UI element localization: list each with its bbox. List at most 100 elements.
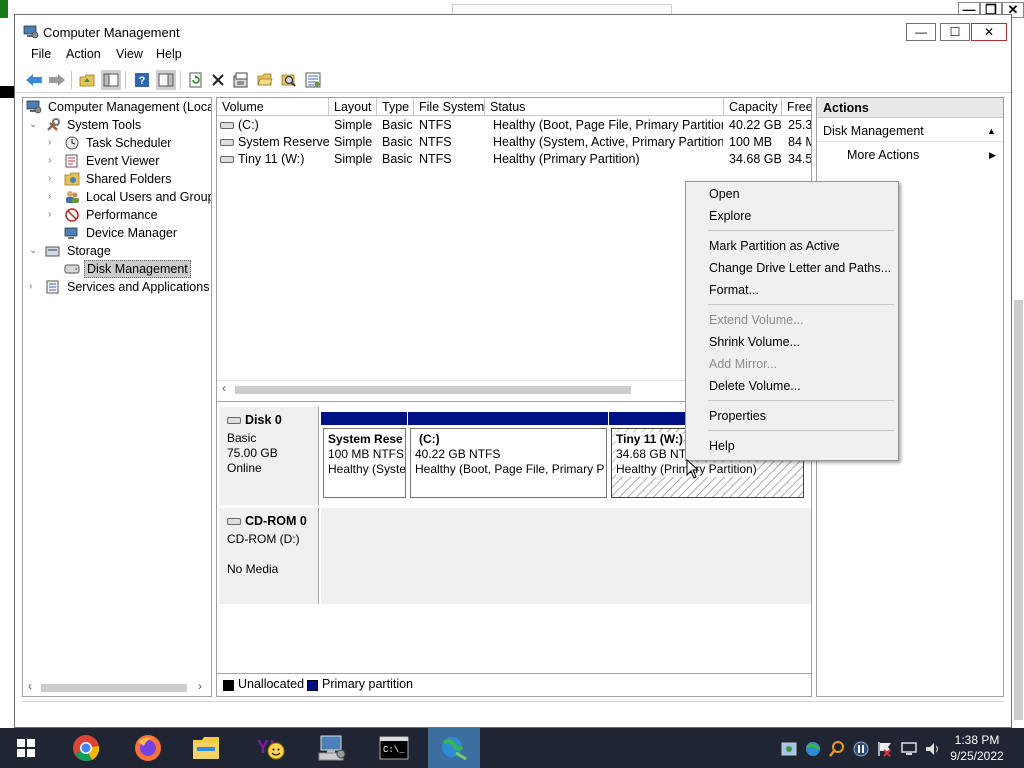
taskbar-clock[interactable]: 1:38 PM 9/25/2022 xyxy=(946,732,1008,764)
tray-app-icon[interactable] xyxy=(780,740,798,758)
menu-view[interactable]: View xyxy=(116,47,143,61)
chevron-right-icon[interactable]: › xyxy=(48,134,51,152)
show-hide-action-pane-icon[interactable] xyxy=(156,70,176,90)
partition-size: 100 MB NTFS xyxy=(328,447,405,461)
cell-capacity: 100 MB xyxy=(729,135,773,149)
column-header-status[interactable]: Status xyxy=(485,98,724,116)
chevron-right-icon[interactable]: › xyxy=(48,170,51,188)
tray-pause-icon[interactable] xyxy=(852,740,870,758)
disk-settings-icon[interactable] xyxy=(303,70,323,90)
maximize-button[interactable]: ☐ xyxy=(940,23,970,41)
column-header-capacity[interactable]: Capacity xyxy=(724,98,782,116)
actions-section-disk-management[interactable]: Disk Management ▲ xyxy=(817,120,1003,142)
close-button[interactable]: ✕ xyxy=(971,23,1007,41)
partition-c[interactable]: (C:) 40.22 GB NTFS Healthy (Boot, Page F… xyxy=(410,428,607,498)
taskbar: Y! C:\_ 1:38 PM 9/25/2022 xyxy=(0,728,1024,768)
clock-icon xyxy=(65,136,79,150)
ctx-mark-active[interactable]: Mark Partition as Active xyxy=(686,235,898,257)
tray-volume-icon[interactable] xyxy=(924,740,942,758)
chevron-right-icon[interactable]: › xyxy=(48,152,51,170)
outer-scroll-thumb[interactable] xyxy=(1014,300,1023,720)
menu-file[interactable]: File xyxy=(31,47,51,61)
back-arrow-icon[interactable] xyxy=(24,70,44,90)
tree-scroll-thumb[interactable] xyxy=(41,684,187,692)
chevron-right-icon[interactable]: › xyxy=(48,188,51,206)
column-header-volume[interactable]: Volume xyxy=(217,98,329,116)
search-magnifier-icon[interactable] xyxy=(279,70,299,90)
ctx-delete-volume[interactable]: Delete Volume... xyxy=(686,375,898,397)
cdrom-drive: CD-ROM (D:) xyxy=(227,532,300,546)
column-header-free[interactable]: Free xyxy=(782,98,811,116)
start-button[interactable] xyxy=(0,728,52,768)
ctx-properties[interactable]: Properties xyxy=(686,405,898,427)
chevron-right-icon[interactable]: › xyxy=(29,278,32,296)
table-row[interactable]: Tiny 11 (W:) Simple Basic NTFS Healthy (… xyxy=(217,151,811,168)
scroll-left-arrow-icon[interactable]: ‹ xyxy=(28,679,32,693)
chevron-down-icon[interactable]: ⌄ xyxy=(29,242,37,260)
show-hide-console-tree-icon[interactable] xyxy=(101,70,121,90)
firefox-icon[interactable] xyxy=(122,728,174,768)
disk-status: Online xyxy=(227,461,262,475)
computer-management-icon xyxy=(26,100,42,114)
tree-item-label: Services and Applications xyxy=(67,280,210,294)
ctx-shrink-volume[interactable]: Shrink Volume... xyxy=(686,331,898,353)
partition-system-reserved[interactable]: System Rese 100 MB NTFS Healthy (Syste xyxy=(323,428,406,498)
tray-globe-icon[interactable] xyxy=(804,740,822,758)
cell-capacity: 40.22 GB xyxy=(729,118,782,132)
network-globe-icon[interactable] xyxy=(428,728,480,768)
hard-disk-icon xyxy=(227,417,241,425)
title-bar[interactable]: Computer Management — ☐ ✕ xyxy=(15,15,1011,49)
clock-date: 9/25/2022 xyxy=(950,749,1004,763)
open-folder-icon[interactable] xyxy=(255,70,275,90)
column-header-type[interactable]: Type xyxy=(377,98,414,116)
legend-primary-swatch xyxy=(307,680,318,691)
ctx-format[interactable]: Format... xyxy=(686,279,898,301)
column-header-file-system[interactable]: File System xyxy=(414,98,485,116)
scroll-left-arrow-icon[interactable]: ‹ xyxy=(222,381,226,395)
up-folder-icon[interactable] xyxy=(77,70,97,90)
ctx-help[interactable]: Help xyxy=(686,435,898,457)
volume-list-scroll-thumb[interactable] xyxy=(235,386,631,394)
disk-management-icon xyxy=(64,264,80,274)
tree-item-label: System Tools xyxy=(67,118,142,132)
cdrom-name: CD-ROM 0 xyxy=(245,514,307,528)
collapse-up-icon[interactable]: ▲ xyxy=(987,120,996,142)
delete-x-icon[interactable] xyxy=(208,70,228,90)
menu-help[interactable]: Help xyxy=(156,47,182,61)
tray-search-icon[interactable] xyxy=(828,740,846,758)
disk-0-label[interactable]: Disk 0 Basic 75.00 GB Online xyxy=(219,407,319,505)
scroll-right-arrow-icon[interactable]: › xyxy=(198,679,202,693)
ctx-open[interactable]: Open xyxy=(686,183,898,205)
partition-header-system-reserved xyxy=(321,412,407,425)
tray-flag-icon[interactable] xyxy=(876,740,894,758)
table-row[interactable]: (C:) Simple Basic NTFS Healthy (Boot, Pa… xyxy=(217,117,811,134)
desktop-icon-edge xyxy=(0,0,8,18)
table-row[interactable]: System Reserved Simple Basic NTFS Health… xyxy=(217,134,811,151)
chevron-down-icon[interactable]: ⌄ xyxy=(29,116,37,134)
refresh-icon[interactable] xyxy=(186,70,206,90)
menu-action[interactable]: Action xyxy=(66,47,101,61)
disk-name: Disk 0 xyxy=(245,413,282,427)
desktop-icon-edge-dark xyxy=(0,86,14,98)
cdrom-0-label[interactable]: CD-ROM 0 CD-ROM (D:) No Media xyxy=(219,508,319,604)
computer-management-taskbar-icon[interactable] xyxy=(306,728,358,768)
tree-horizontal-scrollbar[interactable]: ‹ › xyxy=(23,679,211,696)
partition-name: Tiny 11 (W:) xyxy=(616,432,683,447)
computer-management-app-icon xyxy=(23,25,39,39)
cdrom-empty-area[interactable] xyxy=(321,508,811,604)
file-explorer-icon[interactable] xyxy=(180,728,232,768)
command-prompt-icon[interactable]: C:\_ xyxy=(368,728,420,768)
ctx-change-drive-letter[interactable]: Change Drive Letter and Paths... xyxy=(686,257,898,279)
yahoo-messenger-icon[interactable]: Y! xyxy=(244,728,296,768)
help-icon[interactable]: ? xyxy=(132,70,152,90)
column-header-layout[interactable]: Layout xyxy=(329,98,377,116)
minimize-button[interactable]: — xyxy=(906,23,936,41)
ctx-explore[interactable]: Explore xyxy=(686,205,898,227)
more-actions-item[interactable]: More Actions ▶ xyxy=(817,144,1003,166)
partition-header-c xyxy=(408,412,608,425)
forward-arrow-icon[interactable] xyxy=(47,70,67,90)
chevron-right-icon[interactable]: › xyxy=(48,206,51,224)
properties-icon[interactable] xyxy=(231,70,251,90)
chrome-icon[interactable] xyxy=(60,728,112,768)
tray-network-icon[interactable] xyxy=(900,740,918,758)
